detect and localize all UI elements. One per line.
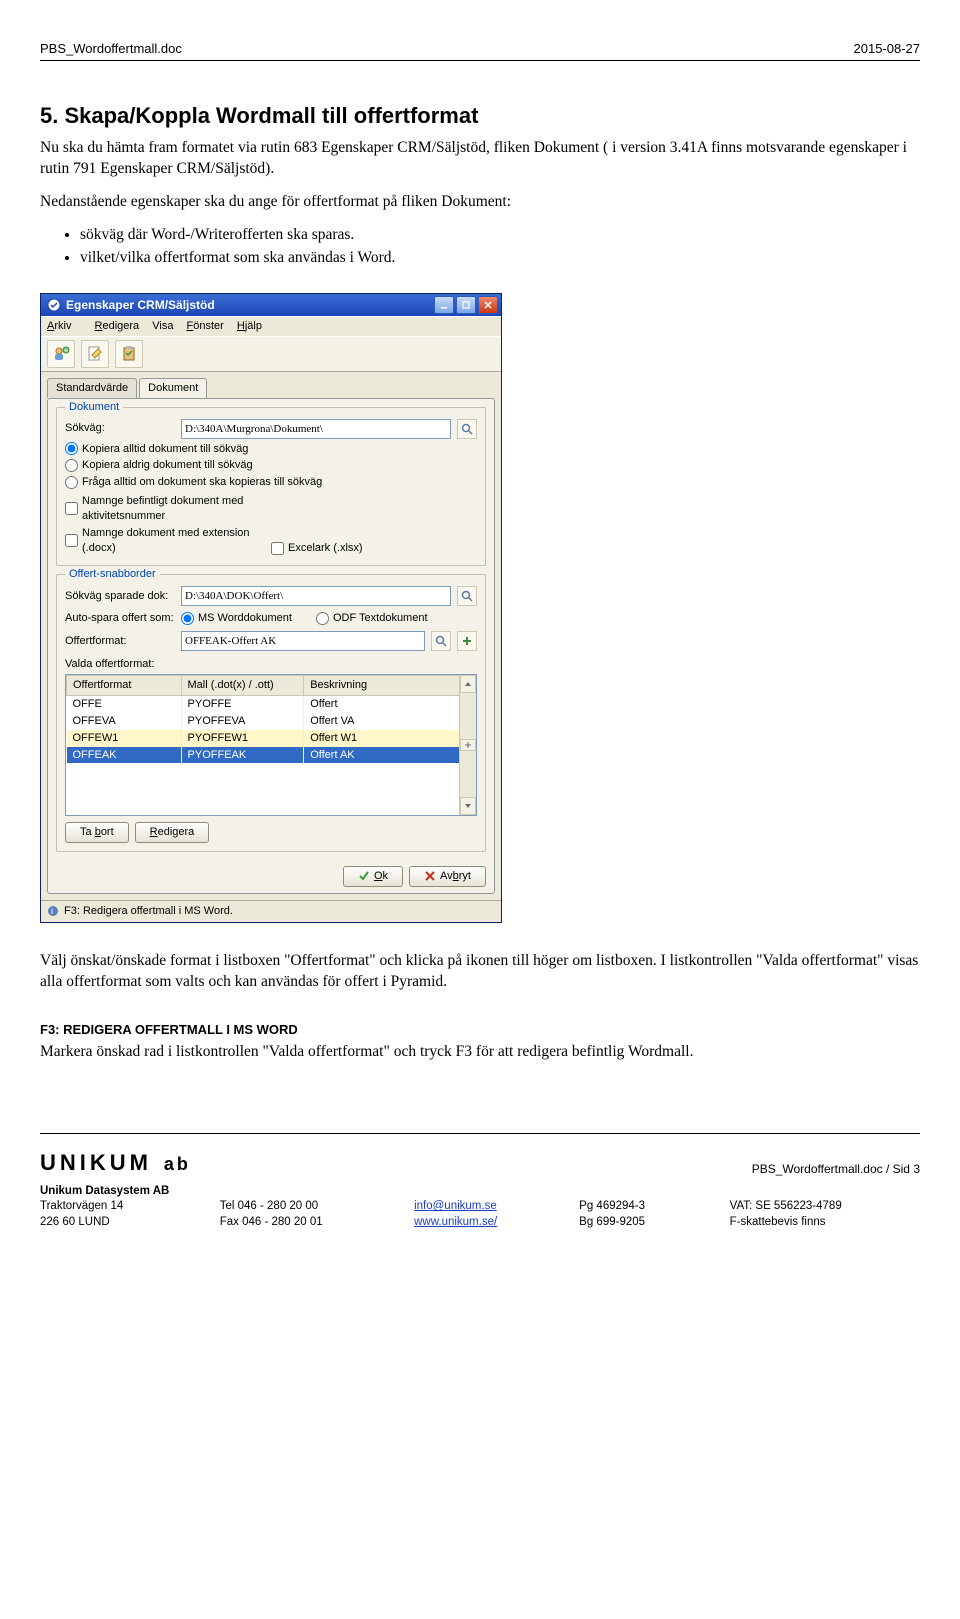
table-row: OFFEW1PYOFFEW1Offert W1 [67,730,476,747]
after-p1: Välj önskat/önskade format i listboxen "… [40,951,920,993]
maximize-button[interactable] [456,296,476,314]
legend-dokument: Dokument [65,400,123,415]
footer-doc-sid: PBS_Wordoffertmall.doc / Sid 3 [752,1161,920,1177]
footer-addr2: 226 60 LUND [40,1215,216,1231]
tabs-row: Standardvärde Dokument [41,372,501,398]
bullet-1: sökväg där Word-/Writerofferten ska spar… [80,225,920,246]
page-header: PBS_Wordoffertmall.doc 2015-08-27 [40,40,920,61]
fieldset-offert-snabborder: Offert-snabborder Sökväg sparade dok: Au… [56,574,486,852]
titlebar[interactable]: Egenskaper CRM/Säljstöd [41,294,501,316]
search-icon[interactable] [457,419,477,439]
svg-text:i: i [51,906,53,916]
app-icon [47,298,61,312]
scroll-h-icon [460,739,476,751]
after-p2: Markera önskad rad i listkontrollen "Val… [40,1042,920,1063]
header-doc: PBS_Wordoffertmall.doc [40,40,182,58]
section-p1: Nu ska du hämta fram formatet via rutin … [40,138,920,180]
info-icon: i [47,905,59,917]
menu-visa[interactable]: Visa [152,320,173,332]
menu-hjalp[interactable]: Hjälp [237,320,262,332]
lbl-sokvag: Sökväg: [65,421,175,436]
radio-kopiera-alltid[interactable]: Kopiera alltid dokument till sökväg [65,442,477,457]
lbl-valda: Valda offertformat: [65,657,477,672]
close-button[interactable] [478,296,498,314]
button-avbryt[interactable]: Avbryt [409,866,486,887]
legend-offert: Offert-snabborder [65,567,160,582]
button-redigera[interactable]: Redigera [135,822,210,843]
scroll-down-icon [460,797,476,815]
bullet-list: sökväg där Word-/Writerofferten ska spar… [80,225,920,269]
logo: UNIKUM [40,1150,152,1175]
radio-fraga-alltid[interactable]: Fråga alltid om dokument ska kopieras ti… [65,475,477,490]
button-ta-bort[interactable]: Ta bort [65,822,129,843]
logo-ab: ab [164,1154,191,1174]
radio-ms-word[interactable]: MS Worddokument [181,611,292,626]
footer-web[interactable]: www.unikum.se/ [414,1216,497,1228]
footer-addr1: Traktorvägen 14 [40,1199,216,1215]
th-mall[interactable]: Mall (.dot(x) / .ott) [181,676,304,696]
menu-fonster[interactable]: Fönster [187,320,224,332]
section-p2: Nedanstående egenskaper ska du ange för … [40,192,920,213]
footer-fsk: F-skattebevis finns [730,1215,920,1231]
toolbar-icon-user[interactable]: + [47,340,75,368]
footer-tel: Tel 046 - 280 20 00 [220,1199,410,1215]
check-excelark[interactable]: Excelark (.xlsx) [271,541,363,556]
th-beskrivning[interactable]: Beskrivning [304,676,476,696]
radio-odf[interactable]: ODF Textdokument [316,611,428,626]
fieldset-dokument: Dokument Sökväg: Kopiera alltid dokument… [56,407,486,567]
cancel-icon [424,870,436,882]
listview-valda-offertformat[interactable]: Offertformat Mall (.dot(x) / .ott) Beskr… [65,674,477,816]
th-offertformat[interactable]: Offertformat [67,676,182,696]
dialog-window: Egenskaper CRM/Säljstöd Arkiv Redigera V… [40,293,502,923]
table-row-selected: OFFEAKPYOFFEAKOffert AK [67,747,476,764]
footer-company: Unikum Datasystem AB [40,1184,216,1200]
bullet-2: vilket/vilka offertformat som ska använd… [80,248,920,269]
lbl-sparade: Sökväg sparade dok: [65,589,175,604]
dialog-title: Egenskaper CRM/Säljstöd [66,297,215,313]
scroll-up-icon [460,675,476,693]
header-date: 2015-08-27 [854,40,921,58]
tab-dokument[interactable]: Dokument [139,378,207,398]
footer-bg: Bg 699-9205 [579,1215,725,1231]
add-icon[interactable] [457,631,477,651]
footer-separator [40,1133,920,1134]
status-text: F3: Redigera offertmall i MS Word. [64,904,233,919]
radio-kopiera-aldrig[interactable]: Kopiera aldrig dokument till sökväg [65,458,477,473]
check-icon [358,870,370,882]
footer-pg: Pg 469294-3 [579,1199,725,1215]
check-aktivitetsnummer[interactable]: Namnge befintligt dokument med aktivitet… [65,494,271,524]
toolbar: + [41,336,501,372]
toolbar-icon-clipboard[interactable] [115,340,143,368]
svg-text:+: + [64,348,68,355]
footer-address-block: Unikum Datasystem AB Traktorvägen 14 Tel… [40,1184,920,1231]
tab-standardvarde[interactable]: Standardvärde [47,378,137,398]
toolbar-icon-edit[interactable] [81,340,109,368]
menu-redigera[interactable]: Redigera [95,320,140,332]
footer-vat: VAT: SE 556223-4789 [730,1199,920,1215]
scrollbar[interactable] [459,675,476,815]
lbl-offertformat: Offertformat: [65,634,175,649]
footer-fax: Fax 046 - 280 20 01 [220,1215,410,1231]
table-row: OFFEPYOFFEOffert [67,695,476,712]
menubar[interactable]: Arkiv Redigera Visa Fönster Hjälp [41,316,501,336]
search-icon-2[interactable] [457,586,477,606]
statusbar: i F3: Redigera offertmall i MS Word. [41,900,501,922]
input-offertformat[interactable] [181,631,425,651]
sub-heading: F3: REDIGERA OFFERTMALL I MS WORD [40,1021,920,1039]
input-sparade[interactable] [181,586,451,606]
input-sokvag[interactable] [181,419,451,439]
table-row: OFFEVAPYOFFEVAOffert VA [67,713,476,730]
minimize-button[interactable] [434,296,454,314]
footer-email[interactable]: info@unikum.se [414,1200,497,1212]
lbl-autospara: Auto-spara offert som: [65,611,175,626]
search-icon-3[interactable] [431,631,451,651]
check-extension-docx[interactable]: Namnge dokument med extension (.docx) [65,526,271,556]
button-ok[interactable]: Ok [343,866,403,887]
menu-arkiv[interactable]: Arkiv [47,320,81,332]
section-title: 5. Skapa/Koppla Wordmall till offertform… [40,101,920,131]
